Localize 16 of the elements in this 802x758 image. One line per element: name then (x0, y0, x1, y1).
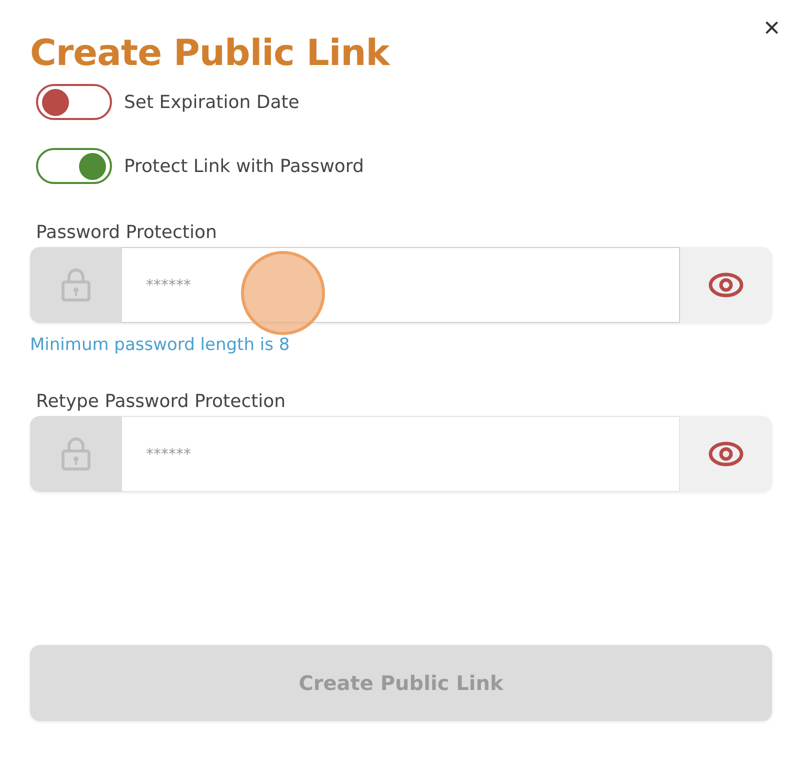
password-field[interactable]: ****** (122, 416, 680, 492)
toggle-label: Set Expiration Date (124, 92, 300, 112)
show-password-button[interactable] (680, 416, 772, 492)
field-label: Password Protection (36, 222, 218, 243)
eye-icon (708, 441, 744, 467)
dialog-title: Create Public Link (30, 32, 392, 76)
show-password-button[interactable] (680, 247, 772, 323)
lock-icon (61, 437, 91, 471)
hint-text: Minimum password length is 8 (30, 335, 291, 355)
field-label: Retype Password Protection (36, 391, 287, 412)
toggle-switch[interactable] (36, 84, 112, 120)
close-button[interactable]: × (760, 14, 784, 42)
lock-icon (61, 268, 91, 302)
toggle-label: Protect Link with Password (124, 156, 364, 176)
toggle-switch[interactable] (36, 148, 112, 184)
eye-icon (708, 272, 744, 298)
